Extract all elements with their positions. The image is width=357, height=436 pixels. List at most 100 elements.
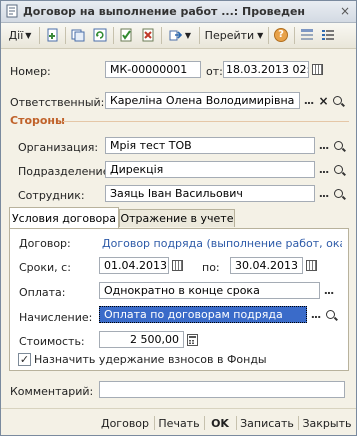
- select-division-button[interactable]: ...: [316, 161, 331, 178]
- actions-menu-label: Дії: [8, 28, 24, 42]
- toolbar-separator: [113, 27, 114, 44]
- tab-accounting[interactable]: Отражение в учете: [119, 209, 235, 227]
- close-button[interactable]: Закрыть: [302, 415, 352, 431]
- cost-calculator-button[interactable]: [185, 331, 200, 348]
- post-document-icon: [120, 28, 132, 42]
- responsible-label: Ответственный:: [10, 96, 105, 109]
- toolbar-separator: [39, 27, 40, 44]
- contract-button[interactable]: Договор: [100, 415, 150, 431]
- select-organization-button[interactable]: ...: [316, 137, 331, 154]
- comment-field[interactable]: [99, 381, 345, 398]
- select-accrual-button[interactable]: ...: [308, 306, 323, 323]
- document-icon: [6, 4, 18, 18]
- help-icon: ?: [274, 28, 288, 42]
- cost-label: Стоимость:: [19, 335, 85, 348]
- open-organization-button[interactable]: [331, 137, 346, 154]
- payment-field[interactable]: Однократно в конце срока: [99, 282, 320, 299]
- arrow-right-icon: [169, 30, 183, 41]
- withhold-checkbox[interactable]: ✓: [18, 353, 31, 366]
- magnifier-icon: [334, 189, 343, 198]
- calendar-icon: [306, 260, 317, 271]
- settings-list-icon: [322, 30, 334, 40]
- payment-label: Оплата:: [19, 286, 66, 299]
- open-accrual-button[interactable]: [323, 306, 338, 323]
- title-bar[interactable]: Договор на выполнение работ ...: Проведе…: [1, 1, 356, 23]
- structure-button[interactable]: [298, 26, 316, 44]
- calendar-icon: [312, 64, 323, 75]
- window-title: Договор на выполнение работ ...: Проведе…: [23, 5, 306, 18]
- accrual-label: Начисление:: [19, 311, 93, 324]
- division-label: Подразделение:: [18, 165, 114, 178]
- close-icon[interactable]: ×: [338, 4, 352, 18]
- open-responsible-button[interactable]: [330, 92, 345, 109]
- tab-contract-terms[interactable]: Условия договора: [9, 207, 119, 229]
- magnifier-icon: [334, 165, 343, 174]
- new-document-button[interactable]: [44, 26, 62, 44]
- employee-field[interactable]: Заяць Іван Васильович: [105, 185, 315, 202]
- organization-label: Организация:: [18, 141, 99, 154]
- bottom-separator: [204, 416, 205, 430]
- unpost-document-button[interactable]: [139, 26, 157, 44]
- section-divider: [63, 121, 349, 122]
- calendar-button[interactable]: [310, 61, 325, 78]
- open-division-button[interactable]: [331, 161, 346, 178]
- select-payment-button[interactable]: ...: [321, 282, 336, 299]
- go-menu-button[interactable]: Перейти ▼: [203, 26, 265, 44]
- clear-responsible-icon[interactable]: ×: [316, 92, 331, 109]
- print-button[interactable]: Печать: [158, 415, 200, 431]
- responsible-field[interactable]: Кареліна Олена Володимирівна: [105, 92, 300, 109]
- toolbar: Дії ▼ ▼ Перейти ▼ ?: [1, 23, 356, 49]
- settings-list-button[interactable]: [319, 26, 337, 44]
- post-document-button[interactable]: [117, 26, 135, 44]
- toolbar-separator: [294, 27, 295, 44]
- based-on-button[interactable]: ▼: [165, 26, 195, 44]
- period-to-field[interactable]: 30.04.2013: [230, 257, 303, 274]
- refresh-icon: [93, 28, 107, 42]
- toolbar-separator: [199, 27, 200, 44]
- chevron-down-icon: ▼: [184, 30, 192, 40]
- open-employee-button[interactable]: [331, 185, 346, 202]
- period-from-calendar-button[interactable]: [170, 257, 185, 274]
- ok-button[interactable]: OK: [208, 415, 232, 431]
- select-employee-button[interactable]: ...: [316, 185, 331, 202]
- copy-icon: [71, 29, 85, 42]
- number-label: Номер:: [10, 65, 51, 78]
- contract-link[interactable]: Договор подряда (выполнение работ, оказа…: [102, 237, 342, 250]
- unpost-document-icon: [142, 28, 154, 42]
- actions-menu-button[interactable]: Дії ▼: [5, 26, 35, 44]
- bottom-bar: Договор Печать OK Записать Закрыть: [1, 408, 356, 435]
- chevron-down-icon: ▼: [25, 30, 32, 40]
- go-menu-label: Перейти: [204, 28, 255, 42]
- magnifier-icon: [333, 96, 342, 105]
- employee-label: Сотрудник:: [18, 189, 85, 202]
- tab-strip: Условия договора Отражение в учете: [9, 207, 349, 229]
- bottom-separator: [298, 416, 299, 430]
- comment-label: Комментарий:: [10, 385, 94, 398]
- toolbar-separator: [268, 27, 269, 44]
- date-label: от:: [206, 65, 223, 78]
- organization-field[interactable]: Мрія тест ТОВ: [105, 137, 315, 154]
- period-to-label: по:: [202, 261, 220, 274]
- period-from-field[interactable]: 01.04.2013: [99, 257, 169, 274]
- magnifier-icon: [326, 310, 335, 319]
- division-field[interactable]: Дирекція: [105, 161, 315, 178]
- save-button[interactable]: Записать: [240, 415, 294, 431]
- chevron-down-icon: ▼: [257, 30, 264, 40]
- new-document-icon: [47, 28, 58, 42]
- help-button[interactable]: ?: [272, 26, 290, 44]
- accrual-field[interactable]: Оплата по договорам подряда: [99, 306, 307, 323]
- calendar-icon: [172, 260, 183, 271]
- toolbar-separator: [65, 27, 66, 44]
- contract-label: Договор:: [19, 237, 71, 250]
- date-field[interactable]: 18.03.2013 02:59:01: [223, 61, 309, 78]
- period-to-calendar-button[interactable]: [304, 257, 319, 274]
- toolbar-separator: [161, 27, 162, 44]
- copy-button[interactable]: [69, 26, 87, 44]
- list-structure-icon: [301, 29, 313, 40]
- parties-section-title: Стороны: [10, 114, 65, 127]
- cost-field[interactable]: 2 500,00: [99, 331, 184, 348]
- refresh-button[interactable]: [91, 26, 109, 44]
- select-responsible-button[interactable]: ...: [301, 92, 316, 109]
- document-window: Договор на выполнение работ ...: Проведе…: [0, 0, 357, 436]
- number-field[interactable]: МК-00000001: [105, 61, 201, 78]
